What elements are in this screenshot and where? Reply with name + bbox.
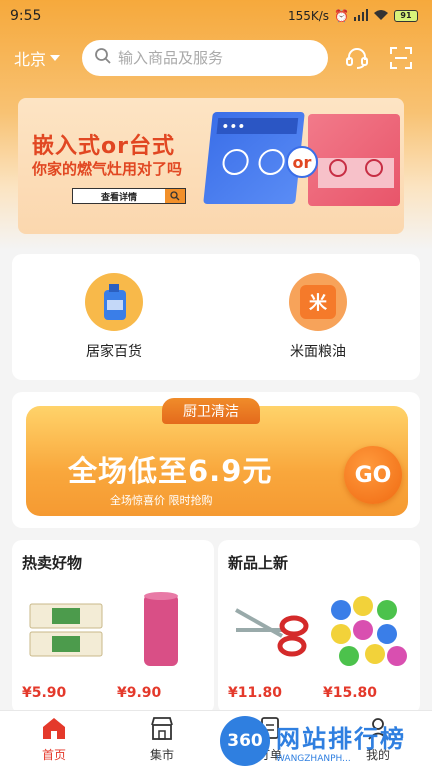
- watermark-badge: 360: [220, 716, 270, 766]
- banner-button-label: 查看详情: [100, 192, 137, 203]
- pink-roll-image: [118, 587, 204, 673]
- nav-label: 首页: [41, 748, 66, 762]
- home-icon: [41, 716, 67, 743]
- search-input[interactable]: [118, 49, 308, 67]
- product-price: ¥9.90: [117, 685, 162, 701]
- category-grain-oil[interactable]: 米 米面粮油: [216, 254, 420, 380]
- search-bar[interactable]: [82, 40, 328, 76]
- headset-icon[interactable]: [342, 43, 372, 73]
- product-list: ¥11.80 ¥15.80: [228, 587, 410, 701]
- product-price: ¥15.80: [323, 685, 378, 701]
- nav-home[interactable]: 首页: [0, 711, 108, 768]
- battery-icon: 91: [394, 10, 418, 22]
- noodle-pack-image: [23, 587, 109, 673]
- nav-label: 集市: [149, 748, 174, 762]
- watermark-text-group: 网站排行榜 WANGZHANPH...: [276, 719, 406, 764]
- scissors-image: [229, 587, 315, 673]
- go-button[interactable]: GO: [344, 446, 402, 504]
- rice-bag-label: 米: [300, 285, 336, 319]
- search-icon: [165, 189, 185, 203]
- rice-bag-icon: 米: [289, 273, 347, 331]
- product-card[interactable]: ¥11.80: [228, 587, 315, 701]
- chevron-down-icon: [50, 55, 61, 61]
- product-card[interactable]: ¥15.80: [323, 587, 410, 701]
- nav-market[interactable]: 集市: [108, 711, 216, 768]
- section-title: 新品上新: [228, 554, 289, 572]
- category-label: 居家百货: [86, 344, 142, 360]
- app-header: 北京: [0, 38, 432, 78]
- category-label: 米面粮油: [290, 344, 346, 360]
- promo-headline: 全场低至6.9元: [68, 454, 273, 488]
- product-card[interactable]: ¥9.90: [117, 587, 204, 701]
- banner-detail-button[interactable]: 查看详情: [72, 188, 186, 204]
- detergent-bottle-icon: [85, 273, 143, 331]
- trash-bags-image: [324, 587, 410, 673]
- scan-icon[interactable]: [386, 43, 416, 73]
- signal-icon: [354, 8, 368, 24]
- banner-title: 嵌入式or台式: [32, 134, 175, 159]
- status-bar: 9:55 155K/s ⏰ 91: [0, 0, 432, 32]
- watermark-text: 网站排行榜: [276, 724, 406, 753]
- watermark-url: WANGZHANPH...: [276, 753, 351, 764]
- countertop-stove-image: [308, 114, 400, 206]
- status-indicators: 155K/s ⏰ 91: [287, 8, 418, 24]
- product-sections: 热卖好物 ¥5.90 ¥9.90 新品上新 ¥11.80 ¥15.80: [12, 540, 420, 714]
- alarm-icon: ⏰: [334, 9, 349, 23]
- category-grid: 居家百货 米 米面粮油: [12, 254, 420, 380]
- status-time: 9:55: [10, 8, 42, 24]
- or-badge: or: [286, 146, 318, 178]
- promo-banner[interactable]: 嵌入式or台式 你家的燃气灶用对了吗 查看详情 or: [18, 98, 404, 234]
- category-household[interactable]: 居家百货: [12, 254, 216, 380]
- section-new-arrivals[interactable]: 新品上新 ¥11.80 ¥15.80: [218, 540, 420, 714]
- search-icon: [94, 47, 112, 69]
- city-label: 北京: [14, 50, 47, 69]
- section-hot-items[interactable]: 热卖好物 ¥5.90 ¥9.90: [12, 540, 214, 714]
- product-card[interactable]: ¥5.90: [22, 587, 109, 701]
- promo-subline: 全场惊喜价 限时抢购: [110, 494, 213, 507]
- promo-tag: 厨卫清洁: [162, 398, 260, 424]
- city-selector[interactable]: 北京: [14, 46, 82, 70]
- network-speed: 155K/s: [287, 9, 330, 23]
- section-title: 热卖好物: [22, 554, 83, 572]
- product-price: ¥5.90: [22, 685, 67, 701]
- market-icon: [149, 716, 175, 743]
- watermark: 360 网站排行榜 WANGZHANPH...: [220, 716, 432, 766]
- product-price: ¥11.80: [228, 685, 283, 701]
- wifi-icon: [373, 9, 389, 24]
- product-list: ¥5.90 ¥9.90: [22, 587, 204, 701]
- promo-card[interactable]: 全场低至6.9元 全场惊喜价 限时抢购 GO 厨卫清洁: [12, 392, 420, 528]
- banner-subtitle: 你家的燃气灶用对了吗: [32, 160, 183, 178]
